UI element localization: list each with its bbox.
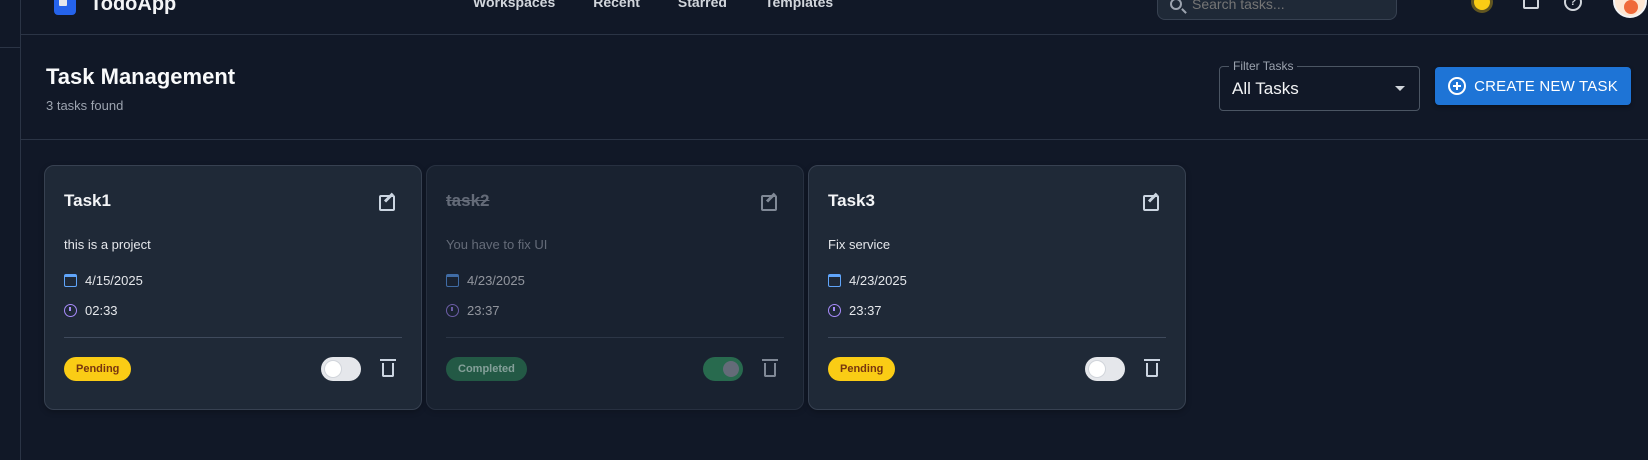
clock-icon	[828, 304, 841, 317]
task-card: Task1 this is a project 4/15/2025 02:33 …	[44, 165, 422, 410]
page-header: Task Management 3 tasks found Filter Tas…	[21, 35, 1648, 140]
complete-toggle[interactable]	[703, 357, 743, 381]
search-icon	[1170, 0, 1182, 10]
calendar-icon	[64, 274, 77, 287]
calendar-icon	[828, 274, 841, 287]
status-badge: Completed	[446, 357, 527, 381]
task-date: 4/23/2025	[828, 273, 907, 288]
trash-icon[interactable]	[1144, 359, 1160, 377]
plus-circle-icon	[1448, 77, 1467, 95]
toggle-knob	[1089, 361, 1105, 377]
nav-workspaces[interactable]: Workspaces	[473, 0, 555, 10]
left-rail	[0, 0, 21, 460]
task-card: Task3 Fix service 4/23/2025 23:37 Pendin…	[808, 165, 1186, 410]
task-time: 23:37	[828, 303, 882, 318]
task-description: You have to fix UI	[446, 237, 548, 252]
bell-icon[interactable]	[1523, 0, 1539, 9]
task-date-value: 4/23/2025	[467, 273, 525, 288]
edit-icon[interactable]	[1143, 195, 1159, 211]
create-task-label: CREATE NEW TASK	[1474, 77, 1618, 95]
toggle-knob	[325, 361, 341, 377]
toggle-knob	[723, 361, 739, 377]
task-time-value: 02:33	[85, 303, 118, 318]
create-task-button[interactable]: CREATE NEW TASK	[1435, 67, 1631, 105]
trash-icon[interactable]	[762, 359, 778, 377]
edit-icon[interactable]	[761, 195, 777, 211]
page-title: Task Management	[46, 64, 236, 89]
avatar[interactable]	[1613, 0, 1647, 18]
task-title: Task1	[64, 191, 111, 210]
edit-icon[interactable]	[379, 195, 395, 211]
card-divider	[828, 337, 1166, 338]
clock-icon	[446, 304, 459, 317]
task-description: this is a project	[64, 237, 151, 252]
task-description: Fix service	[828, 237, 891, 252]
complete-toggle[interactable]	[1085, 357, 1125, 381]
clock-icon	[64, 304, 77, 317]
nav-templates[interactable]: Templates	[765, 0, 833, 10]
task-date: 4/23/2025	[446, 273, 525, 288]
task-date-value: 4/23/2025	[849, 273, 907, 288]
main-nav: Workspaces Recent Starred Templates	[473, 0, 871, 10]
task-date: 4/15/2025	[64, 273, 143, 288]
app-name: TodoApp	[90, 0, 177, 15]
card-divider	[64, 337, 402, 338]
task-time: 23:37	[446, 303, 500, 318]
filter-label: Filter Tasks	[1229, 59, 1298, 73]
task-time-value: 23:37	[467, 303, 500, 318]
top-bar: TodoApp Workspaces Recent Starred Templa…	[21, 0, 1648, 35]
sun-icon[interactable]	[1474, 0, 1490, 10]
filter-select[interactable]: Filter Tasks All Tasks	[1219, 59, 1420, 111]
task-title: task2	[446, 191, 490, 210]
task-date-value: 4/15/2025	[85, 273, 143, 288]
trash-icon[interactable]	[380, 359, 396, 377]
filter-value: All Tasks	[1232, 79, 1299, 98]
task-time-value: 23:37	[849, 303, 882, 318]
search-box[interactable]	[1157, 0, 1397, 20]
card-divider	[446, 337, 784, 338]
chevron-down-icon	[1395, 86, 1405, 91]
task-card: task2 You have to fix UI 4/23/2025 23:37…	[426, 165, 804, 410]
app-logo-icon	[54, 0, 76, 15]
calendar-icon	[446, 274, 459, 287]
task-count: 3 tasks found	[46, 98, 124, 113]
nav-starred[interactable]: Starred	[678, 0, 727, 10]
status-badge: Pending	[64, 357, 132, 381]
app-root: TodoApp Workspaces Recent Starred Templa…	[0, 0, 1648, 460]
rail-divider	[0, 47, 20, 48]
task-title: Task3	[828, 191, 875, 210]
brand[interactable]: TodoApp	[54, 0, 176, 18]
complete-toggle[interactable]	[321, 357, 361, 381]
nav-recent[interactable]: Recent	[593, 0, 640, 10]
search-input[interactable]	[1192, 0, 1372, 12]
task-time: 02:33	[64, 303, 118, 318]
status-badge: Pending	[828, 357, 896, 381]
help-icon[interactable]: ?	[1564, 0, 1582, 11]
